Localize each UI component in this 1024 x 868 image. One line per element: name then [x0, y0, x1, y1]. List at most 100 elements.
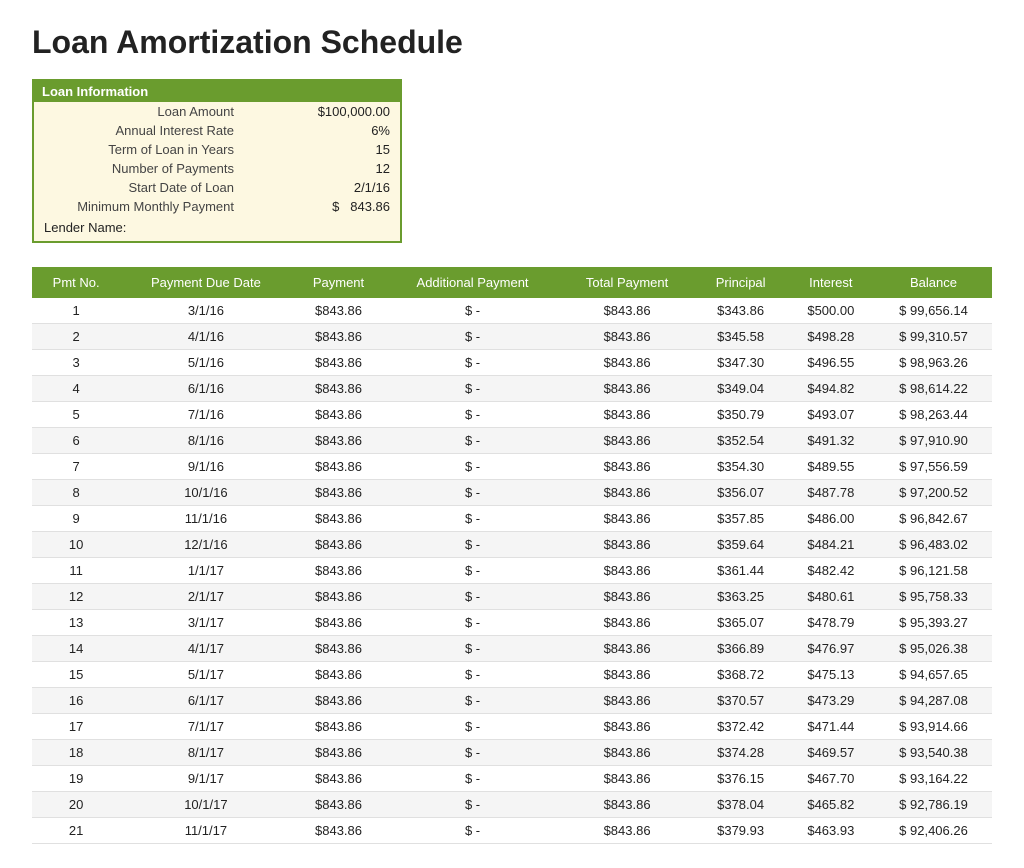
- table-cell: 11: [32, 558, 120, 584]
- table-cell: 4/1/16: [120, 324, 291, 350]
- table-cell: 10/1/17: [120, 792, 291, 818]
- table-cell: 2/1/17: [120, 584, 291, 610]
- table-cell: $ -: [386, 428, 560, 454]
- table-cell: $ 94,287.08: [875, 688, 992, 714]
- table-cell: $493.07: [787, 402, 875, 428]
- table-cell: $843.86: [292, 350, 386, 376]
- table-cell: $843.86: [292, 688, 386, 714]
- table-cell: $370.57: [695, 688, 787, 714]
- table-cell: $843.86: [292, 376, 386, 402]
- table-cell: $843.86: [292, 558, 386, 584]
- table-row: 155/1/17$843.86$ -$843.86$368.72$475.13$…: [32, 662, 992, 688]
- loan-info-table: Loan Amount$100,000.00Annual Interest Ra…: [34, 102, 400, 216]
- table-row: 810/1/16$843.86$ -$843.86$356.07$487.78$…: [32, 480, 992, 506]
- table-cell: $843.86: [292, 480, 386, 506]
- table-cell: $368.72: [695, 662, 787, 688]
- table-cell: $ 96,842.67: [875, 506, 992, 532]
- table-cell: $ -: [386, 454, 560, 480]
- table-cell: $843.86: [560, 766, 695, 792]
- table-row: 111/1/17$843.86$ -$843.86$361.44$482.42$…: [32, 558, 992, 584]
- table-cell: $ 94,657.65: [875, 662, 992, 688]
- table-cell: $ -: [386, 766, 560, 792]
- table-cell: $843.86: [560, 610, 695, 636]
- table-cell: $ 98,614.22: [875, 376, 992, 402]
- table-cell: $ 95,393.27: [875, 610, 992, 636]
- table-cell: $359.64: [695, 532, 787, 558]
- loan-info-row: Term of Loan in Years15: [34, 140, 400, 159]
- loan-info-value: 12: [244, 159, 400, 178]
- loan-info-row: Start Date of Loan2/1/16: [34, 178, 400, 197]
- table-row: 144/1/17$843.86$ -$843.86$366.89$476.97$…: [32, 636, 992, 662]
- table-cell: $496.55: [787, 350, 875, 376]
- table-cell: $ -: [386, 610, 560, 636]
- table-cell: $372.42: [695, 714, 787, 740]
- table-cell: $ -: [386, 532, 560, 558]
- table-cell: 5: [32, 402, 120, 428]
- table-row: 177/1/17$843.86$ -$843.86$372.42$471.44$…: [32, 714, 992, 740]
- table-cell: $356.07: [695, 480, 787, 506]
- loan-info-value: 15: [244, 140, 400, 159]
- table-cell: $843.86: [292, 324, 386, 350]
- table-cell: 4/1/17: [120, 636, 291, 662]
- table-cell: 6/1/16: [120, 376, 291, 402]
- table-cell: $843.86: [560, 688, 695, 714]
- loan-info-label: Number of Payments: [34, 159, 244, 178]
- table-row: 122/1/17$843.86$ -$843.86$363.25$480.61$…: [32, 584, 992, 610]
- table-row: 2111/1/17$843.86$ -$843.86$379.93$463.93…: [32, 818, 992, 844]
- table-cell: $ -: [386, 350, 560, 376]
- table-cell: 4: [32, 376, 120, 402]
- table-cell: 7/1/17: [120, 714, 291, 740]
- table-cell: $843.86: [560, 298, 695, 324]
- table-cell: 9: [32, 506, 120, 532]
- table-cell: 20: [32, 792, 120, 818]
- table-cell: $843.86: [560, 714, 695, 740]
- table-cell: 5/1/17: [120, 662, 291, 688]
- table-cell: $ -: [386, 506, 560, 532]
- table-cell: $ 98,263.44: [875, 402, 992, 428]
- table-cell: 8/1/16: [120, 428, 291, 454]
- loan-info-value: $ 843.86: [244, 197, 400, 216]
- table-cell: $843.86: [292, 610, 386, 636]
- table-cell: 17: [32, 714, 120, 740]
- table-cell: $ 93,914.66: [875, 714, 992, 740]
- table-cell: $843.86: [560, 584, 695, 610]
- table-cell: 21: [32, 818, 120, 844]
- table-cell: $ 93,164.22: [875, 766, 992, 792]
- table-cell: $843.86: [560, 792, 695, 818]
- table-row: 199/1/17$843.86$ -$843.86$376.15$467.70$…: [32, 766, 992, 792]
- table-cell: $498.28: [787, 324, 875, 350]
- table-cell: $349.04: [695, 376, 787, 402]
- table-cell: 15: [32, 662, 120, 688]
- table-cell: $843.86: [292, 636, 386, 662]
- table-cell: $345.58: [695, 324, 787, 350]
- table-cell: $843.86: [292, 454, 386, 480]
- table-cell: $ -: [386, 662, 560, 688]
- column-header: Payment: [292, 267, 386, 298]
- table-cell: $376.15: [695, 766, 787, 792]
- loan-info-label: Minimum Monthly Payment: [34, 197, 244, 216]
- loan-info-row: Number of Payments12: [34, 159, 400, 178]
- table-cell: $476.97: [787, 636, 875, 662]
- table-cell: $843.86: [292, 584, 386, 610]
- table-row: 79/1/16$843.86$ -$843.86$354.30$489.55$ …: [32, 454, 992, 480]
- table-cell: $843.86: [560, 350, 695, 376]
- table-cell: $843.86: [292, 506, 386, 532]
- table-cell: 3/1/16: [120, 298, 291, 324]
- table-cell: 3: [32, 350, 120, 376]
- table-cell: $463.93: [787, 818, 875, 844]
- table-cell: $343.86: [695, 298, 787, 324]
- table-cell: 5/1/16: [120, 350, 291, 376]
- table-cell: 2: [32, 324, 120, 350]
- table-cell: $379.93: [695, 818, 787, 844]
- loan-info-label: Term of Loan in Years: [34, 140, 244, 159]
- column-header: Total Payment: [560, 267, 695, 298]
- loan-info-label: Loan Amount: [34, 102, 244, 121]
- table-cell: $843.86: [560, 402, 695, 428]
- table-cell: $491.32: [787, 428, 875, 454]
- loan-info-value: 2/1/16: [244, 178, 400, 197]
- table-cell: $378.04: [695, 792, 787, 818]
- table-cell: $484.21: [787, 532, 875, 558]
- column-header: Interest: [787, 267, 875, 298]
- table-cell: $ -: [386, 584, 560, 610]
- table-cell: $465.82: [787, 792, 875, 818]
